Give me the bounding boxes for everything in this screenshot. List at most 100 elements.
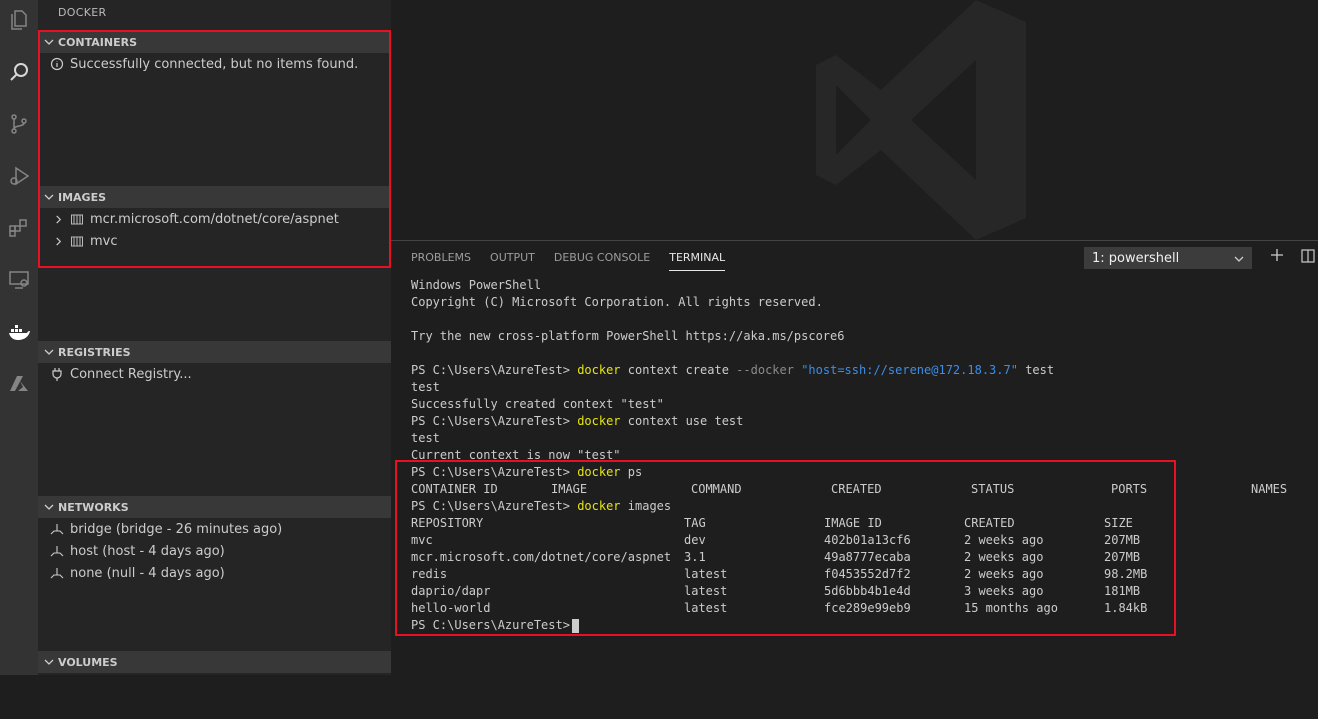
images-header-label: IMAGES	[58, 190, 107, 204]
panel-tabs: PROBLEMS OUTPUT DEBUG CONSOLE TERMINAL	[411, 251, 744, 271]
image-row: mcr.microsoft.com/dotnet/core/aspnet 3.1…	[411, 549, 1311, 566]
command-args: test	[1025, 363, 1055, 377]
remote-explorer-icon[interactable]	[0, 260, 38, 300]
chevron-down-icon	[40, 347, 58, 357]
command-flag: --docker	[736, 363, 794, 377]
image-row: mvc dev 402b01a13cf6 2 weeks ago 207MB	[411, 532, 1311, 549]
tab-terminal[interactable]: TERMINAL	[669, 251, 726, 271]
explorer-icon[interactable]	[0, 0, 38, 40]
image-item-label: mcr.microsoft.com/dotnet/core/aspnet	[90, 211, 339, 227]
col-header: TAG	[684, 516, 706, 530]
docker-sidebar: DOCKER CONTAINERS Successfully connected…	[38, 0, 391, 675]
new-terminal-plus-icon[interactable]	[1269, 247, 1285, 263]
run-debug-icon[interactable]	[0, 156, 38, 196]
terminal-line: test	[411, 431, 440, 445]
col-header: REPOSITORY	[411, 516, 484, 530]
network-icon	[50, 544, 64, 558]
chevron-down-icon	[1234, 256, 1244, 262]
docker-keyword: docker	[577, 414, 621, 428]
col-header: SIZE	[1104, 516, 1133, 530]
extensions-icon[interactable]	[0, 208, 38, 248]
image-row: hello-world latest fce289e99eb9 15 month…	[411, 600, 1311, 617]
cell: latest	[684, 601, 728, 615]
cell: 3.1	[684, 550, 706, 564]
cell: fce289e99eb9	[824, 601, 911, 615]
azure-icon[interactable]	[0, 364, 38, 404]
images-section-header[interactable]: IMAGES	[38, 186, 391, 208]
network-icon	[50, 566, 64, 580]
networks-section-header[interactable]: NETWORKS	[38, 496, 391, 518]
terminal-active-prompt[interactable]: PS C:\Users\AzureTest>	[411, 617, 1311, 634]
search-icon[interactable]	[0, 52, 38, 92]
cell: dev	[684, 533, 706, 547]
tab-output[interactable]: OUTPUT	[490, 251, 535, 271]
cell: 98.2MB	[1104, 567, 1148, 581]
chevron-right-icon[interactable]	[50, 236, 66, 246]
vscode-watermark-logo	[816, 0, 1026, 240]
network-item[interactable]: host (host - 4 days ago)	[38, 540, 403, 562]
network-item-label: host (host - 4 days ago)	[70, 543, 225, 559]
registries-section-header[interactable]: REGISTRIES	[38, 341, 391, 363]
docker-icon[interactable]	[0, 312, 38, 352]
volumes-section-header[interactable]: VOLUMES	[38, 651, 391, 673]
images-header-row: REPOSITORY TAG IMAGE ID CREATED SIZE	[411, 515, 1311, 532]
image-item[interactable]: mvc	[38, 230, 403, 252]
col-header: CONTAINER ID	[411, 482, 498, 496]
network-item-label: bridge (bridge - 26 minutes ago)	[70, 521, 283, 537]
cell: hello-world	[411, 601, 491, 615]
col-header: CREATED	[964, 516, 1015, 530]
terminal-select[interactable]: 1: powershell	[1084, 247, 1252, 269]
image-row: daprio/dapr latest 5d6bbb4b1e4d 3 weeks …	[411, 583, 1311, 600]
bottom-panel: PROBLEMS OUTPUT DEBUG CONSOLE TERMINAL 1…	[391, 240, 1318, 676]
image-icon	[70, 212, 84, 226]
plug-icon	[50, 367, 64, 381]
chevron-down-icon	[40, 502, 58, 512]
docker-keyword: docker	[577, 465, 621, 479]
docker-keyword: docker	[577, 499, 621, 513]
cell: 181MB	[1104, 584, 1141, 598]
terminal-command-line: PS C:\Users\AzureTest> docker context us…	[411, 413, 1311, 430]
cell: mvc	[411, 533, 433, 547]
chevron-right-icon[interactable]	[50, 214, 66, 224]
network-item[interactable]: none (null - 4 days ago)	[38, 562, 403, 584]
network-icon	[50, 522, 64, 536]
terminal-line: Copyright (C) Microsoft Corporation. All…	[411, 295, 823, 309]
terminal-line: Windows PowerShell	[411, 278, 542, 292]
tab-problems[interactable]: PROBLEMS	[411, 251, 471, 271]
volumes-header-label: VOLUMES	[58, 655, 118, 669]
source-control-icon[interactable]	[0, 104, 38, 144]
containers-message: Successfully connected, but no items fou…	[38, 53, 403, 75]
split-terminal-icon[interactable]	[1301, 249, 1315, 263]
network-item-label: none (null - 4 days ago)	[70, 565, 225, 581]
terminal-blank	[411, 345, 1311, 362]
cell: f0453552d7f2	[824, 567, 911, 581]
network-item[interactable]: bridge (bridge - 26 minutes ago)	[38, 518, 403, 540]
editor-area	[391, 0, 1318, 240]
terminal-command-line: PS C:\Users\AzureTest> docker images	[411, 498, 1311, 515]
cell: 2 weeks ago	[964, 550, 1044, 564]
cell: mcr.microsoft.com/dotnet/core/aspnet	[411, 550, 672, 564]
col-header: IMAGE	[551, 482, 588, 496]
sidebar-title: DOCKER	[58, 6, 107, 19]
ps-header-row: CONTAINER ID IMAGE COMMAND CREATED STATU…	[411, 481, 1311, 498]
connect-registry-item[interactable]: Connect Registry...	[38, 363, 403, 385]
cell: 207MB	[1104, 533, 1141, 547]
command-args: context use test	[627, 414, 744, 428]
containers-section-header[interactable]: CONTAINERS	[38, 31, 391, 53]
col-header: CREATED	[831, 482, 882, 496]
prompt: PS C:\Users\AzureTest>	[411, 465, 570, 479]
image-item[interactable]: mcr.microsoft.com/dotnet/core/aspnet	[38, 208, 403, 230]
terminal-line: test	[411, 380, 440, 394]
command-args: ps	[627, 465, 643, 479]
terminal-command-line: PS C:\Users\AzureTest> docker context cr…	[411, 362, 1311, 379]
cell: 5d6bbb4b1e4d	[824, 584, 911, 598]
tab-debug-console[interactable]: DEBUG CONSOLE	[554, 251, 650, 271]
docker-keyword: docker	[577, 363, 621, 377]
chevron-down-icon	[40, 37, 58, 47]
activity-bar	[0, 0, 38, 675]
networks-header-label: NETWORKS	[58, 500, 129, 514]
command-string: "host=ssh://serene@172.18.3.7"	[801, 363, 1018, 377]
terminal-output[interactable]: Windows PowerShell Copyright (C) Microso…	[411, 277, 1311, 634]
cell: 3 weeks ago	[964, 584, 1044, 598]
terminal-cursor	[571, 618, 579, 633]
